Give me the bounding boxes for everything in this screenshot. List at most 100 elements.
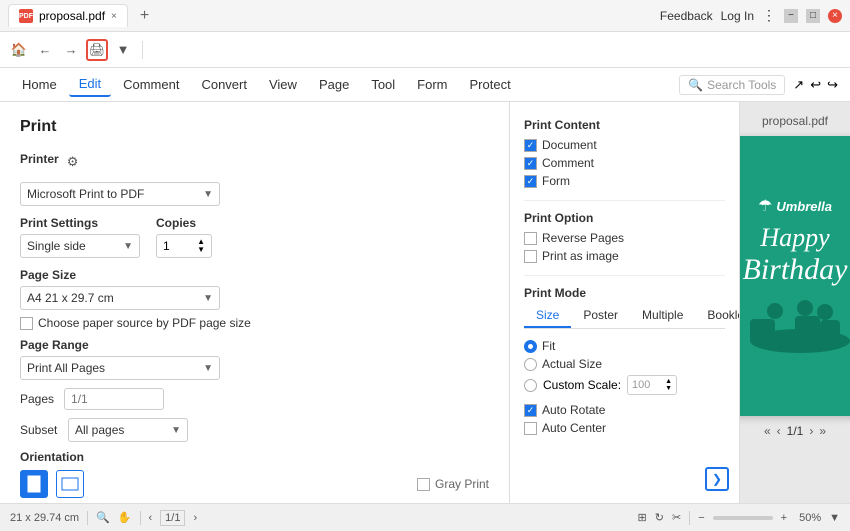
close-button[interactable]: × xyxy=(828,9,842,23)
main-content: Print Printer ⚙ Microsoft Print to PDF ▼… xyxy=(0,102,850,503)
mode-tab-size[interactable]: Size xyxy=(524,304,571,328)
custom-scale-radio[interactable] xyxy=(524,379,537,392)
title-bar-right: Feedback Log In ⋮ − □ × xyxy=(660,7,842,24)
page-input-status[interactable]: 1/1 xyxy=(160,510,185,526)
auto-center-checkbox[interactable] xyxy=(524,422,537,435)
scale-input-box[interactable]: 100 ▲ ▼ xyxy=(627,375,677,395)
next-page-status[interactable]: › xyxy=(193,512,197,524)
document-tab[interactable]: PDF proposal.pdf × xyxy=(8,4,128,27)
gear-icon[interactable]: ⚙ xyxy=(67,154,79,170)
menu-view[interactable]: View xyxy=(259,73,307,96)
home-icon[interactable]: 🏠 xyxy=(8,39,30,61)
printer-arrow: ▼ xyxy=(203,189,213,200)
mode-tabs: Size Poster Multiple Booklet xyxy=(524,304,725,329)
copies-label: Copies xyxy=(156,216,212,230)
portrait-button[interactable] xyxy=(20,470,48,498)
first-page-button[interactable]: « xyxy=(764,424,771,438)
landscape-button[interactable] xyxy=(56,470,84,498)
external-link-icon[interactable]: ↗ xyxy=(793,77,804,93)
menu-home[interactable]: Home xyxy=(12,73,67,96)
tab-filename: proposal.pdf xyxy=(39,9,105,23)
printer-select[interactable]: Microsoft Print to PDF ▼ xyxy=(20,182,220,206)
actual-size-label: Actual Size xyxy=(542,357,602,371)
login-link[interactable]: Log In xyxy=(721,9,754,23)
comment-checkbox[interactable] xyxy=(524,157,537,170)
reverse-pages-label: Reverse Pages xyxy=(542,231,624,245)
menu-edit[interactable]: Edit xyxy=(69,72,111,97)
page-range-select[interactable]: Print All Pages ▼ xyxy=(20,356,220,380)
fit-icon[interactable]: ⊞ xyxy=(638,511,647,524)
mode-tab-booklet[interactable]: Booklet xyxy=(695,304,740,328)
zoom-slider-label: − xyxy=(698,512,704,524)
hand-tool-icon[interactable]: ✋ xyxy=(118,511,132,524)
menu-form[interactable]: Form xyxy=(407,73,457,96)
maximize-button[interactable]: □ xyxy=(806,9,820,23)
mode-tab-poster[interactable]: Poster xyxy=(571,304,630,328)
dropdown-icon[interactable]: ▼ xyxy=(112,39,134,61)
pages-input[interactable] xyxy=(64,388,164,410)
crop-icon[interactable]: ✂ xyxy=(672,511,681,524)
menu-comment[interactable]: Comment xyxy=(113,73,189,96)
forward-icon[interactable]: → xyxy=(60,39,82,61)
search-tools-box[interactable]: 🔍 Search Tools xyxy=(679,75,785,95)
zoom-plus-label: + xyxy=(781,512,787,524)
feedback-link[interactable]: Feedback xyxy=(660,9,713,23)
menu-tool[interactable]: Tool xyxy=(361,73,405,96)
reverse-pages-checkbox[interactable] xyxy=(524,232,537,245)
gray-print-checkbox[interactable] xyxy=(417,478,430,491)
page-size-value: A4 21 x 29.7 cm xyxy=(27,291,114,305)
printer-row: Printer ⚙ xyxy=(20,152,489,172)
menu-dots[interactable]: ⋮ xyxy=(762,7,776,24)
menu-convert[interactable]: Convert xyxy=(191,73,257,96)
scale-up[interactable]: ▲ xyxy=(665,378,672,385)
document-checkbox[interactable] xyxy=(524,139,537,152)
auto-center-label: Auto Center xyxy=(542,421,606,435)
auto-rotate-checkbox[interactable] xyxy=(524,404,537,417)
zoom-dropdown[interactable]: ▼ xyxy=(829,512,840,524)
settings-value: Single side xyxy=(27,239,86,253)
new-tab-button[interactable]: + xyxy=(134,5,155,27)
zoom-out-icon[interactable]: 🔍 xyxy=(96,511,110,524)
gray-print-label: Gray Print xyxy=(435,477,489,491)
subset-select[interactable]: All pages ▼ xyxy=(68,418,188,442)
zoom-slider[interactable] xyxy=(713,516,773,520)
mode-tab-multiple[interactable]: Multiple xyxy=(630,304,695,328)
rotate-icon[interactable]: ↻ xyxy=(655,511,664,524)
page-size-select[interactable]: A4 21 x 29.7 cm ▼ xyxy=(20,286,220,310)
scale-down[interactable]: ▼ xyxy=(665,385,672,392)
subset-value: All pages xyxy=(75,423,124,437)
back-icon[interactable]: ← xyxy=(34,39,56,61)
fit-radio[interactable] xyxy=(524,340,537,353)
print-settings-select[interactable]: Single side ▼ xyxy=(20,234,140,258)
toolbar: 🏠 ← → 🖨 ▼ xyxy=(0,32,850,68)
settings-copies-row: Print Settings Single side ▼ Copies 1 ▲ … xyxy=(20,216,489,258)
back-nav-icon[interactable]: ↩ xyxy=(810,77,821,93)
next-page-button[interactable]: › xyxy=(809,424,813,438)
menu-page[interactable]: Page xyxy=(309,73,359,96)
minimize-button[interactable]: − xyxy=(784,9,798,23)
gray-print-row: Gray Print xyxy=(417,477,489,491)
tab-close-button[interactable]: × xyxy=(111,11,117,22)
printer-value: Microsoft Print to PDF xyxy=(27,187,144,201)
print-content-label: Print Content xyxy=(524,118,725,132)
fit-row: Fit xyxy=(524,339,725,353)
prev-page-button[interactable]: ‹ xyxy=(777,424,781,438)
menu-protect[interactable]: Protect xyxy=(460,73,521,96)
status-sep3 xyxy=(689,511,690,525)
last-page-button[interactable]: » xyxy=(819,424,826,438)
forward-nav-icon[interactable]: ↪ xyxy=(827,77,838,93)
printer-label: Printer xyxy=(20,152,59,166)
print-as-image-checkbox[interactable] xyxy=(524,250,537,263)
custom-scale-row: Custom Scale: 100 ▲ ▼ xyxy=(524,375,725,395)
copies-input[interactable]: 1 ▲ ▼ xyxy=(156,234,212,258)
prev-page-status[interactable]: ‹ xyxy=(149,512,153,524)
form-check-row: Form xyxy=(524,174,725,188)
paper-source-checkbox[interactable] xyxy=(20,317,33,330)
print-icon[interactable]: 🖨 xyxy=(86,39,108,61)
form-checkbox[interactable] xyxy=(524,175,537,188)
copies-down[interactable]: ▼ xyxy=(197,246,205,254)
preview-area: proposal.pdf ☂ Umbrella Happy Birthday xyxy=(740,102,850,503)
nav-toggle-button[interactable]: ❯ xyxy=(705,467,729,491)
preview-illustration xyxy=(740,286,850,356)
actual-size-radio[interactable] xyxy=(524,358,537,371)
